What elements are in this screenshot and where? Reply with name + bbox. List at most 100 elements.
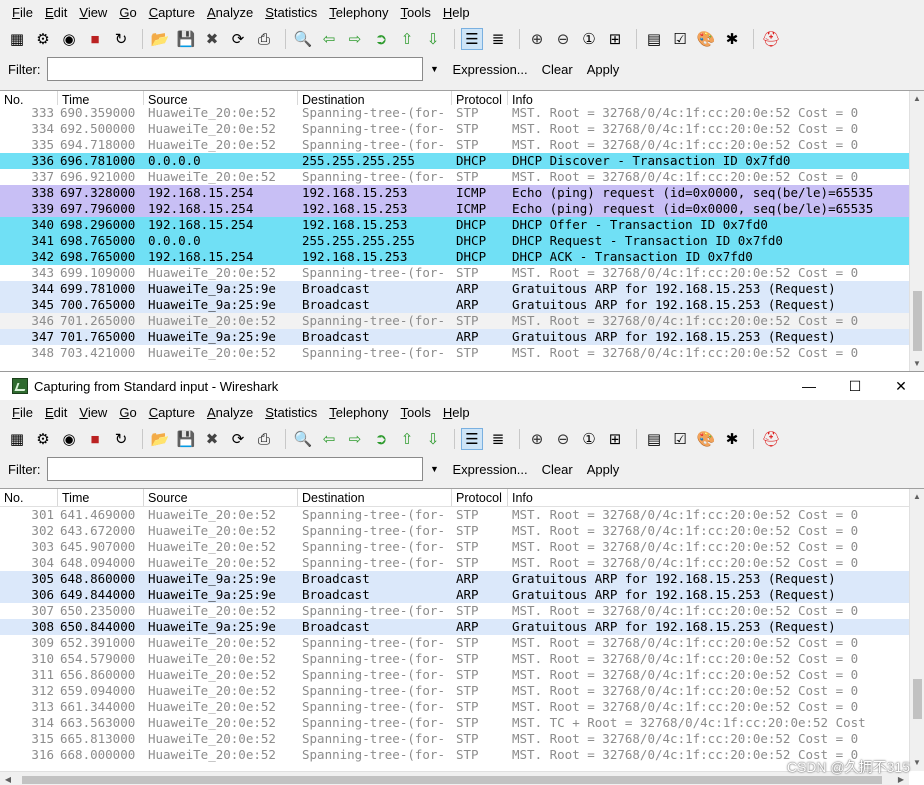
capture-filters-icon[interactable]: ▤ (643, 428, 665, 450)
go-to-packet-icon[interactable]: ➲ (370, 428, 392, 450)
scroll-left-icon[interactable]: ◀ (0, 772, 16, 785)
packet-row[interactable]: 344 699.781000 HuaweiTe_9a:25:9e Broadcast A… (0, 281, 924, 297)
scroll-thumb[interactable] (913, 679, 922, 719)
normal-size-icon[interactable]: ① (578, 428, 600, 450)
go-forward-icon[interactable]: ⇨ (344, 428, 366, 450)
expression-button[interactable]: Expression... (453, 62, 528, 77)
packet-row[interactable]: 342 698.765000 192.168.15.254 192.168.15.25… (0, 249, 924, 265)
packet-row[interactable]: 310 654.579000 HuaweiTe_20:0e:52 Spanning-t… (0, 651, 924, 667)
coloring-rules-icon[interactable]: 🎨 (695, 28, 717, 50)
go-first-icon[interactable]: ⇧ (396, 428, 418, 450)
clear-button[interactable]: Clear (542, 62, 573, 77)
filter-input[interactable] (46, 457, 423, 481)
column-header-source[interactable]: Source (144, 489, 298, 506)
go-last-icon[interactable]: ⇩ (422, 428, 444, 450)
restart-capture-icon[interactable]: ↻ (110, 428, 132, 450)
save-file-icon[interactable]: 💾 (175, 428, 197, 450)
menu-tools[interactable]: Tools (395, 405, 437, 420)
packet-row[interactable]: 303 645.907000 HuaweiTe_20:0e:52 Spanning-t… (0, 539, 924, 555)
apply-button[interactable]: Apply (587, 62, 620, 77)
packet-row[interactable]: 345 700.765000 HuaweiTe_9a:25:9e Broadcast A… (0, 297, 924, 313)
vertical-scrollbar[interactable]: ▲ ▼ (909, 489, 924, 771)
packet-row[interactable]: 305 648.860000 HuaweiTe_9a:25:9e Broadcast A… (0, 571, 924, 587)
menu-tools[interactable]: Tools (395, 5, 437, 20)
packet-row[interactable]: 313 661.344000 HuaweiTe_20:0e:52 Spanning-t… (0, 699, 924, 715)
autoscroll-icon[interactable]: ≣ (487, 28, 509, 50)
menu-help[interactable]: Help (437, 5, 476, 20)
menu-telephony[interactable]: Telephony (323, 5, 394, 20)
menu-view[interactable]: View (73, 405, 113, 420)
capture-filters-icon[interactable]: ▤ (643, 28, 665, 50)
coloring-rules-icon[interactable]: 🎨 (695, 428, 717, 450)
colorize-icon[interactable]: ☰ (461, 28, 483, 50)
clear-button[interactable]: Clear (542, 462, 573, 477)
go-last-icon[interactable]: ⇩ (422, 28, 444, 50)
menu-help[interactable]: Help (437, 405, 476, 420)
packet-row[interactable]: 302 643.672000 HuaweiTe_20:0e:52 Spanning-t… (0, 523, 924, 539)
packet-row[interactable]: 343 699.109000 HuaweiTe_20:0e:52 Spanning-t… (0, 265, 924, 281)
menu-analyze[interactable]: Analyze (201, 405, 259, 420)
filter-dropdown-icon[interactable]: ▼ (425, 464, 445, 474)
packet-row[interactable]: 341 698.765000 0.0.0.0 255.255.255.255 DHCP D… (0, 233, 924, 249)
help-icon[interactable]: ⛑ (760, 28, 782, 50)
vertical-scrollbar[interactable]: ▲ ▼ (909, 91, 924, 372)
packet-row[interactable]: 346 701.265000 HuaweiTe_20:0e:52 Spanning-t… (0, 313, 924, 329)
start-capture-icon[interactable]: ◉ (58, 28, 80, 50)
packet-row[interactable]: 314 663.563000 HuaweiTe_20:0e:52 Spanning-t… (0, 715, 924, 731)
menu-analyze[interactable]: Analyze (201, 5, 259, 20)
packet-row[interactable]: 301 641.469000 HuaweiTe_20:0e:52 Spanning-t… (0, 507, 924, 523)
go-first-icon[interactable]: ⇧ (396, 28, 418, 50)
restart-capture-icon[interactable]: ↻ (110, 28, 132, 50)
open-file-icon[interactable]: 📂 (149, 28, 171, 50)
packet-row[interactable]: 336 696.781000 0.0.0.0 255.255.255.255 DHCP D… (0, 153, 924, 169)
packet-row[interactable]: 304 648.094000 HuaweiTe_20:0e:52 Spanning-t… (0, 555, 924, 571)
capture-options-icon[interactable]: ⚙ (32, 28, 54, 50)
expression-button[interactable]: Expression... (453, 462, 528, 477)
hscroll-thumb[interactable] (22, 776, 882, 784)
menu-statistics[interactable]: Statistics (259, 405, 323, 420)
packet-row[interactable]: 339 697.796000 192.168.15.254 192.168.15.25… (0, 201, 924, 217)
packet-row[interactable]: 338 697.328000 192.168.15.254 192.168.15.25… (0, 185, 924, 201)
maximize-button[interactable]: ☐ (832, 372, 878, 400)
filter-dropdown-icon[interactable]: ▼ (425, 64, 445, 74)
packet-row[interactable]: 333 690.359000 HuaweiTe_20:0e:52 Spanning-t… (0, 105, 924, 121)
menu-capture[interactable]: Capture (143, 5, 201, 20)
resize-columns-icon[interactable]: ⊞ (604, 28, 626, 50)
minimize-button[interactable]: — (786, 372, 832, 400)
help-icon[interactable]: ⛑ (760, 428, 782, 450)
zoom-out-icon[interactable]: ⊖ (552, 428, 574, 450)
menu-edit[interactable]: Edit (39, 405, 73, 420)
go-to-packet-icon[interactable]: ➲ (370, 28, 392, 50)
preferences-icon[interactable]: ✱ (721, 28, 743, 50)
apply-button[interactable]: Apply (587, 462, 620, 477)
column-header-no[interactable]: No. (0, 489, 58, 506)
autoscroll-icon[interactable]: ≣ (487, 428, 509, 450)
packet-row[interactable]: 308 650.844000 HuaweiTe_9a:25:9e Broadcast A… (0, 619, 924, 635)
scroll-down-icon[interactable]: ▼ (910, 755, 924, 771)
horizontal-scrollbar[interactable]: ◀ ▶ (0, 771, 909, 785)
zoom-in-icon[interactable]: ⊕ (526, 28, 548, 50)
display-filters-icon[interactable]: ☑ (669, 28, 691, 50)
packet-list[interactable]: No. Time Source Destination Protocol Info 301… (0, 488, 924, 785)
menu-file[interactable]: File (6, 5, 39, 20)
scroll-down-icon[interactable]: ▼ (910, 356, 924, 372)
scroll-thumb[interactable] (913, 291, 922, 351)
zoom-in-icon[interactable]: ⊕ (526, 428, 548, 450)
stop-capture-icon[interactable]: ■ (84, 428, 106, 450)
filter-input[interactable] (46, 57, 423, 81)
resize-columns-icon[interactable]: ⊞ (604, 428, 626, 450)
menu-capture[interactable]: Capture (143, 405, 201, 420)
display-filters-icon[interactable]: ☑ (669, 428, 691, 450)
reload-icon[interactable]: ⟳ (227, 28, 249, 50)
find-icon[interactable]: 🔍 (292, 428, 314, 450)
colorize-icon[interactable]: ☰ (461, 428, 483, 450)
preferences-icon[interactable]: ✱ (721, 428, 743, 450)
column-header-destination[interactable]: Destination (298, 489, 452, 506)
packet-row[interactable]: 334 692.500000 HuaweiTe_20:0e:52 Spanning-t… (0, 121, 924, 137)
menu-go[interactable]: Go (113, 405, 142, 420)
packet-row[interactable]: 312 659.094000 HuaweiTe_20:0e:52 Spanning-t… (0, 683, 924, 699)
packet-row[interactable]: 311 656.860000 HuaweiTe_20:0e:52 Spanning-t… (0, 667, 924, 683)
print-icon[interactable]: ⎙ (253, 28, 275, 50)
packet-list[interactable]: No. Time Source Destination Protocol Info 333… (0, 90, 924, 372)
column-header-protocol[interactable]: Protocol (452, 489, 508, 506)
